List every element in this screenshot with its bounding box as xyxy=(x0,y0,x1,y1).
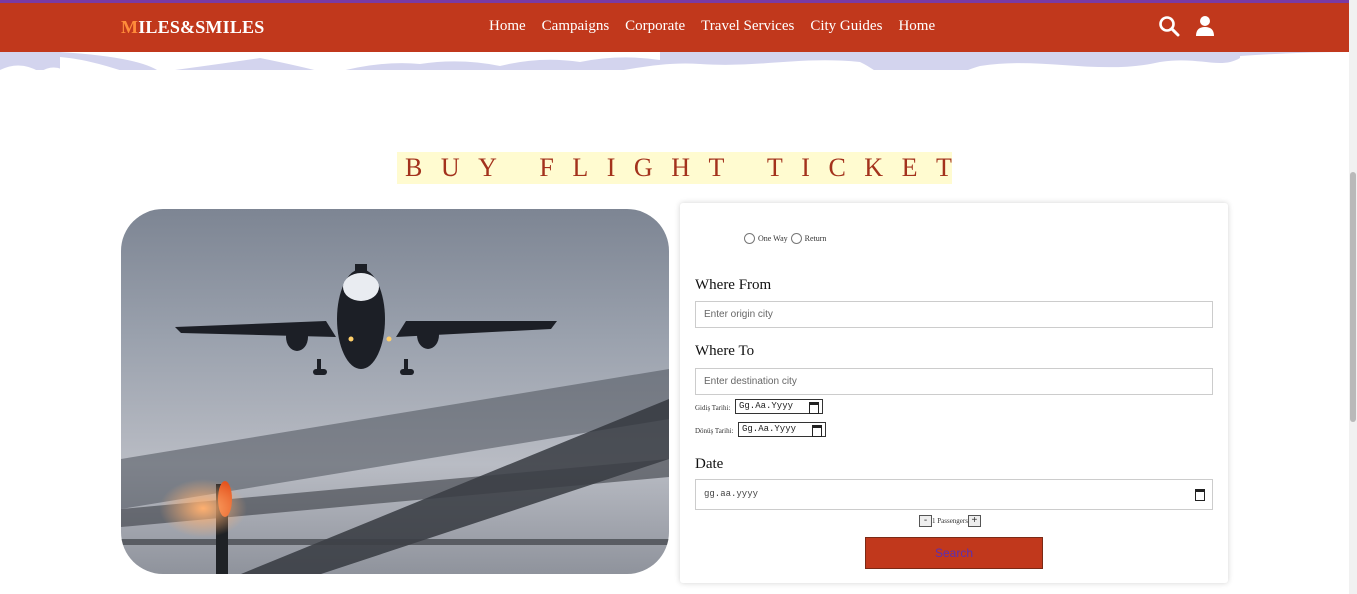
departure-date-label: Gidiş Tarihi: xyxy=(695,404,731,412)
calendar-icon[interactable] xyxy=(812,425,822,437)
scrollbar[interactable] xyxy=(1349,0,1357,594)
scrollbar-thumb[interactable] xyxy=(1350,172,1356,422)
nav-link-travel-services[interactable]: Travel Services xyxy=(701,18,794,35)
destination-city-input[interactable]: Enter destination city xyxy=(695,368,1213,395)
return-date-value: Gg.Aa.Yyyy xyxy=(742,424,797,434)
origin-city-input[interactable]: Enter origin city xyxy=(695,301,1213,328)
return-date-input[interactable]: Gg.Aa.Yyyy xyxy=(738,422,826,437)
date-input[interactable]: gg.aa.yyyy xyxy=(695,479,1213,510)
passenger-count: 1 Passengers xyxy=(932,517,968,525)
navbar: MILES&SMILES Home Campaigns Corporate Tr… xyxy=(0,3,1349,52)
calendar-icon[interactable] xyxy=(1195,489,1205,501)
search-icon[interactable] xyxy=(1158,15,1180,37)
return-radio[interactable] xyxy=(790,233,802,244)
trip-type-radios: One Way Return xyxy=(744,233,829,244)
one-way-radio[interactable] xyxy=(744,233,755,244)
nav-links: Home Campaigns Corporate Travel Services… xyxy=(489,18,951,35)
passenger-decrement-button[interactable]: - xyxy=(919,515,932,527)
nav-link-corporate[interactable]: Corporate xyxy=(625,18,685,35)
one-way-label: One Way xyxy=(758,234,788,243)
nav-link-home[interactable]: Home xyxy=(489,18,526,35)
cloud-banner xyxy=(0,52,1349,102)
nav-link-campaigns[interactable]: Campaigns xyxy=(542,18,610,35)
flight-search-form: One Way Return Where From Enter origin c… xyxy=(680,203,1228,583)
calendar-icon[interactable] xyxy=(809,402,819,414)
date-value: gg.aa.yyyy xyxy=(704,489,759,499)
return-label: Return xyxy=(804,234,827,243)
logo-initial: M xyxy=(121,17,139,37)
return-date-label: Dönüş Tarihi: xyxy=(695,427,734,435)
airplane-photo xyxy=(121,209,669,574)
passenger-increment-button[interactable]: + xyxy=(967,515,981,527)
passenger-counter: - 1 Passengers + xyxy=(919,515,981,527)
page-title: BUY FLIGHT TICKETS xyxy=(397,152,952,184)
search-button[interactable]: Search xyxy=(865,537,1043,569)
date-label: Date xyxy=(695,456,724,472)
departure-date-input[interactable]: Gg.Aa.Yyyy xyxy=(735,399,823,414)
where-to-label: Where To xyxy=(695,343,755,359)
nav-link-city-guides[interactable]: City Guides xyxy=(810,18,882,35)
nav-link-home-2[interactable]: Home xyxy=(898,18,935,35)
nav-icons xyxy=(1158,15,1216,37)
logo-text: ILES&SMILES xyxy=(138,17,265,37)
user-icon[interactable] xyxy=(1194,15,1216,37)
where-from-label: Where From xyxy=(695,277,772,293)
departure-date-value: Gg.Aa.Yyyy xyxy=(739,401,794,411)
site-logo[interactable]: MILES&SMILES xyxy=(121,17,264,38)
